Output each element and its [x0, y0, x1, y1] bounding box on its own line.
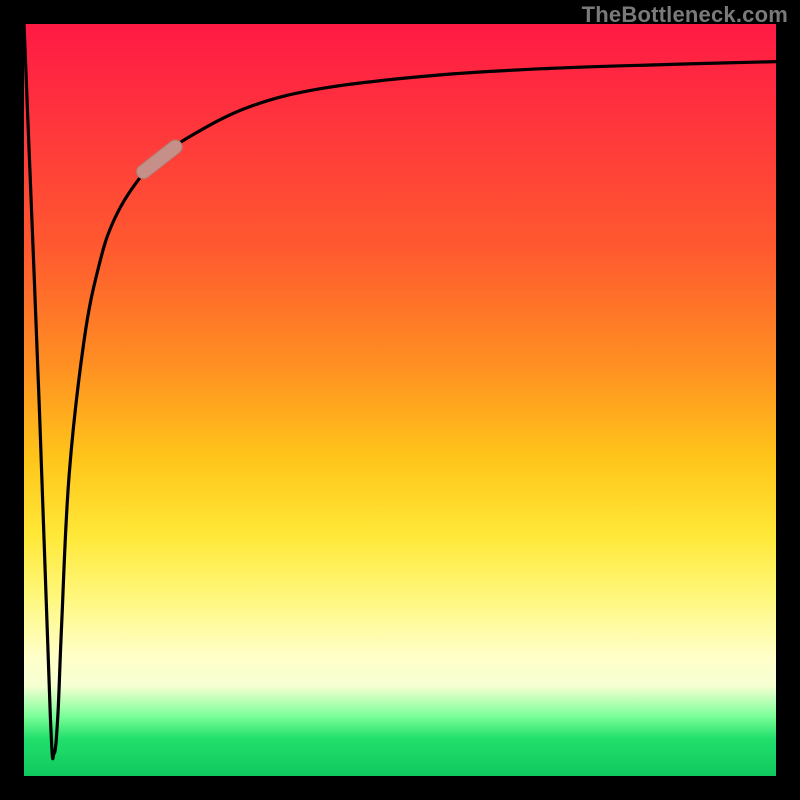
curve-marker — [134, 137, 185, 181]
chart-frame: TheBottleneck.com — [0, 0, 800, 800]
plot-area — [24, 24, 776, 776]
curve-svg — [24, 24, 776, 776]
curve-path — [24, 24, 776, 759]
